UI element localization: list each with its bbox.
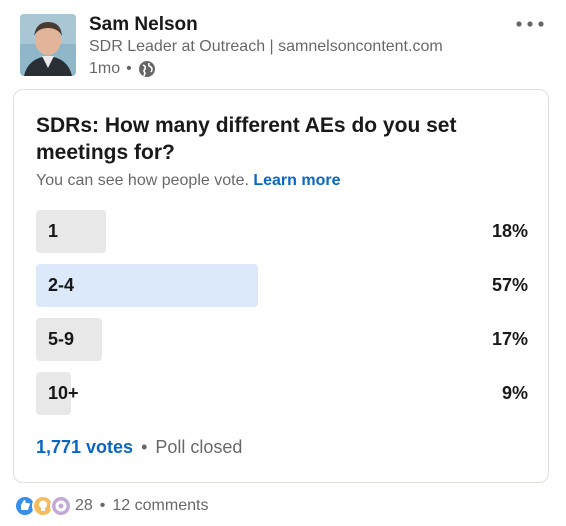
author-name[interactable]: Sam Nelson [89, 14, 198, 36]
poll-question: SDRs: How many different AEs do you set … [36, 114, 457, 164]
option-percent: 9% [501, 383, 528, 403]
poll-option: 2-4 57% [36, 264, 528, 307]
more-icon [516, 21, 544, 27]
option-percent: 17% [491, 329, 528, 349]
reactions[interactable] [14, 495, 72, 517]
more-options-button[interactable] [512, 12, 548, 36]
post-meta: 1mo • [89, 60, 156, 78]
poll-card: SDRs: How many different AEs do you set … [13, 89, 549, 483]
poll-option: 10+ 9% [36, 372, 528, 415]
curious-icon [50, 495, 72, 517]
social-counts: 28 • 12 comments [14, 494, 208, 518]
poll-status: Poll closed [155, 437, 243, 457]
option-percent: 18% [491, 221, 528, 241]
poll-note-text: You can see how people vote. [36, 172, 249, 189]
author-headline: SDR Leader at Outreach | samnelsonconten… [89, 38, 443, 55]
option-label: 2-4 [48, 275, 75, 295]
option-label: 10+ [48, 383, 79, 403]
poll-note: You can see how people vote. Learn more [36, 172, 341, 190]
poll-option: 1 18% [36, 210, 528, 253]
social-separator: • [99, 497, 106, 514]
poll-option: 5-9 17% [36, 318, 528, 361]
avatar[interactable] [20, 14, 76, 76]
votes-link[interactable]: 1,771 votes [36, 437, 133, 458]
post-header: Sam Nelson SDR Leader at Outreach | samn… [0, 0, 566, 90]
globe-icon [138, 60, 156, 78]
meta-separator: • [126, 60, 132, 77]
option-bar [36, 210, 106, 253]
option-percent: 57% [491, 275, 528, 295]
reaction-count[interactable]: 28 [75, 497, 93, 515]
comments-link[interactable]: 12 comments [112, 497, 208, 515]
post-time: 1mo [89, 60, 121, 77]
learn-more-link[interactable]: Learn more [253, 172, 340, 189]
option-label: 5-9 [48, 329, 75, 349]
option-label: 1 [48, 221, 59, 241]
footer-separator: • [141, 437, 148, 457]
poll-footer: 1,771 votes • Poll closed [36, 437, 242, 458]
